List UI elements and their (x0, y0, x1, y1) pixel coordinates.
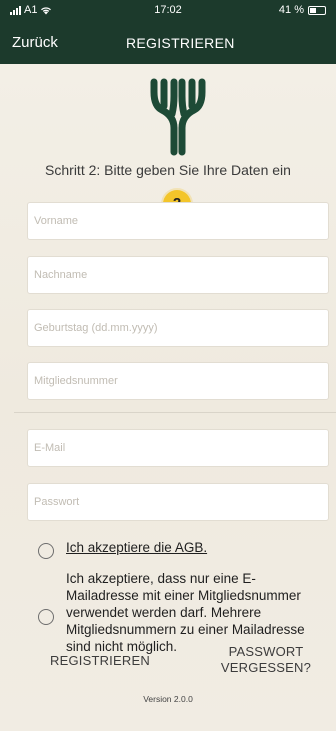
page-title: REGISTRIEREN (126, 35, 235, 51)
battery-percent: 41 % (278, 4, 304, 16)
register-button[interactable]: REGISTRIEREN (50, 653, 150, 668)
battery-icon (308, 5, 326, 15)
back-button[interactable]: Zurück (12, 34, 58, 51)
battery-fill (310, 7, 316, 13)
first-name-input[interactable] (27, 202, 329, 240)
status-right: 41 % (279, 4, 326, 16)
agb-radio[interactable] (38, 543, 54, 559)
mail-rule-radio[interactable] (38, 609, 54, 625)
version-label: Version 2.0.0 (143, 694, 193, 704)
email-input[interactable] (27, 429, 329, 467)
forgot-password-button[interactable]: PASSWORT VERGESSEN? (214, 644, 318, 676)
app-header: A1 17:02 41 % Zurück REGISTRIEREN (0, 0, 336, 64)
mail-rule-consent-label: Ich akzeptiere, dass nur eine E-Mailadre… (66, 571, 305, 654)
antler-logo-icon (150, 78, 206, 156)
member-number-input[interactable] (27, 362, 329, 400)
step-instruction: Schritt 2: Bitte geben Sie Ihre Daten ei… (45, 162, 291, 178)
birthday-input[interactable] (27, 309, 329, 347)
status-bar: A1 17:02 41 % (0, 0, 336, 22)
last-name-input[interactable] (27, 256, 329, 294)
password-input[interactable] (27, 483, 329, 521)
nav-bar: Zurück REGISTRIEREN (0, 26, 336, 62)
section-divider (14, 412, 336, 413)
agb-consent-label[interactable]: Ich akzeptiere die AGB. (66, 540, 207, 555)
registration-content: Schritt 2: Bitte geben Sie Ihre Daten ei… (0, 64, 336, 731)
